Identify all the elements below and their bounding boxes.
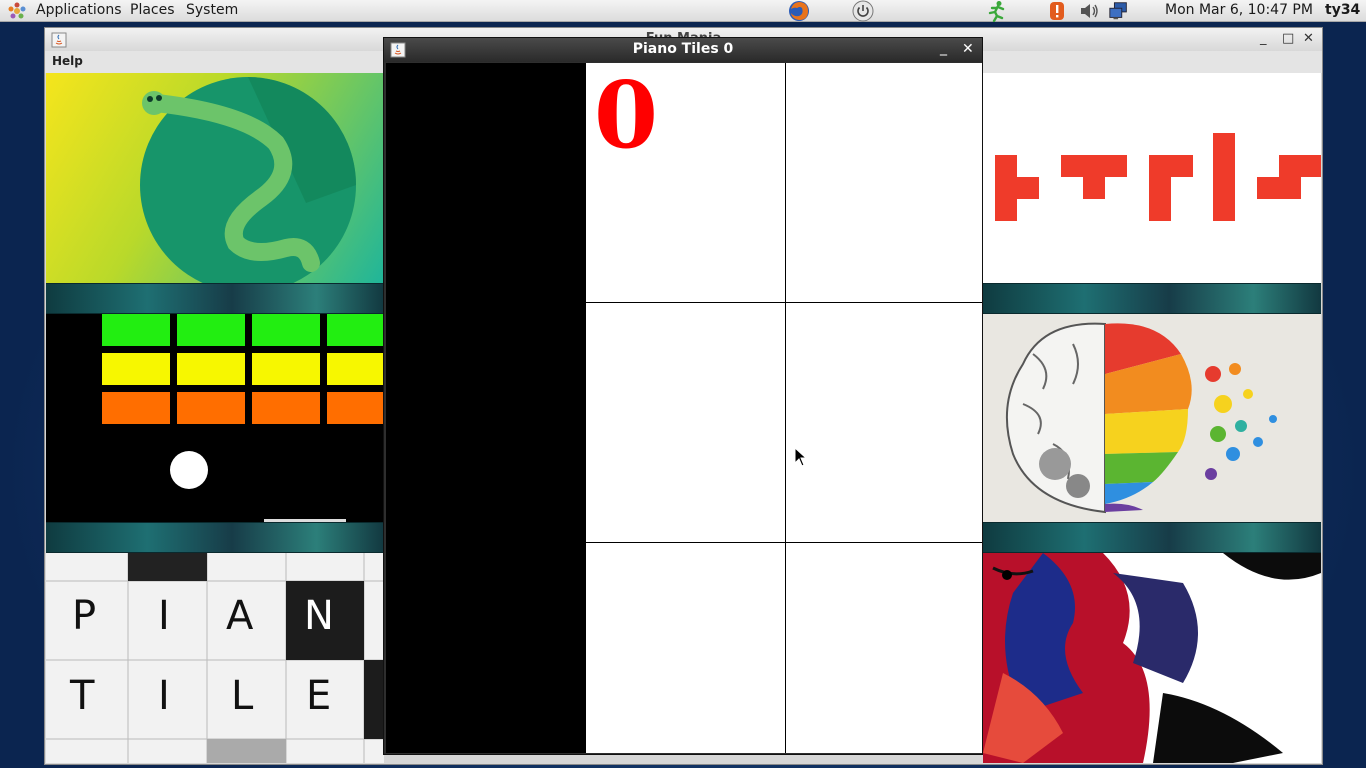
- piano-tile-black[interactable]: [386, 303, 586, 543]
- piano-letter: L: [231, 673, 254, 719]
- decorative-strip: [46, 522, 384, 553]
- paint-art-tile[interactable]: [983, 553, 1321, 763]
- places-menu[interactable]: Places: [130, 2, 175, 18]
- decorative-strip: [983, 283, 1321, 314]
- top-panel: Applications Places System Mon Mar 6, 10…: [0, 0, 1366, 22]
- alert-icon[interactable]: [1046, 1, 1068, 21]
- maximize-button[interactable]: □: [1282, 31, 1294, 46]
- piano-tile-white[interactable]: [586, 543, 786, 753]
- piano-window-title: Piano Tiles 0: [632, 41, 734, 57]
- piano-tile-white[interactable]: [786, 543, 982, 753]
- piano-tile-white[interactable]: 0: [586, 63, 786, 303]
- applications-menu[interactable]: Applications: [36, 2, 122, 18]
- decorative-strip: [46, 283, 384, 314]
- minimize-button[interactable]: _: [940, 40, 947, 56]
- volume-icon[interactable]: [1078, 1, 1100, 21]
- piano-tile-white[interactable]: [786, 63, 982, 303]
- shutdown-icon[interactable]: [852, 0, 874, 22]
- piano-letter: I: [158, 593, 170, 639]
- help-menu[interactable]: Help: [52, 54, 83, 68]
- piano-tiles-game-tile[interactable]: P I A N T I L E: [46, 553, 384, 763]
- piano-letter: N: [304, 593, 334, 639]
- decorative-strip: [983, 522, 1321, 553]
- piano-letter: E: [306, 673, 332, 719]
- network-icon[interactable]: [1108, 1, 1130, 21]
- piano-tile-white[interactable]: [786, 303, 982, 543]
- piano-letter: I: [158, 673, 170, 719]
- snake-game-tile[interactable]: [46, 73, 384, 283]
- clock[interactable]: Mon Mar 6, 10:47 PM: [1165, 2, 1313, 18]
- firefox-icon[interactable]: [788, 1, 810, 21]
- piano-board[interactable]: 0: [386, 63, 982, 753]
- piano-tile-black[interactable]: [386, 543, 586, 753]
- piano-letter: A: [226, 593, 254, 639]
- piano-tile-white[interactable]: [586, 303, 786, 543]
- breakout-game-tile[interactable]: [46, 314, 384, 522]
- close-button[interactable]: ✕: [962, 41, 974, 57]
- minimize-button[interactable]: _: [1260, 31, 1267, 46]
- score-display: 0: [594, 61, 659, 169]
- piano-tile-black[interactable]: [386, 63, 586, 303]
- piano-letter: P: [72, 593, 97, 639]
- gnome-foot-icon[interactable]: [6, 1, 28, 21]
- system-menu[interactable]: System: [186, 2, 238, 18]
- piano-tiles-window: Piano Tiles 0 _ ✕ 0: [383, 37, 983, 755]
- tetris-game-tile[interactable]: [983, 73, 1321, 283]
- brain-game-tile[interactable]: [983, 314, 1321, 522]
- running-man-icon[interactable]: [986, 1, 1008, 22]
- mouse-cursor-icon: [794, 447, 808, 467]
- user-name[interactable]: ty34: [1325, 2, 1360, 18]
- close-button[interactable]: ✕: [1303, 31, 1314, 46]
- piano-letter: T: [70, 673, 95, 719]
- piano-titlebar[interactable]: Piano Tiles 0 _ ✕: [384, 38, 982, 62]
